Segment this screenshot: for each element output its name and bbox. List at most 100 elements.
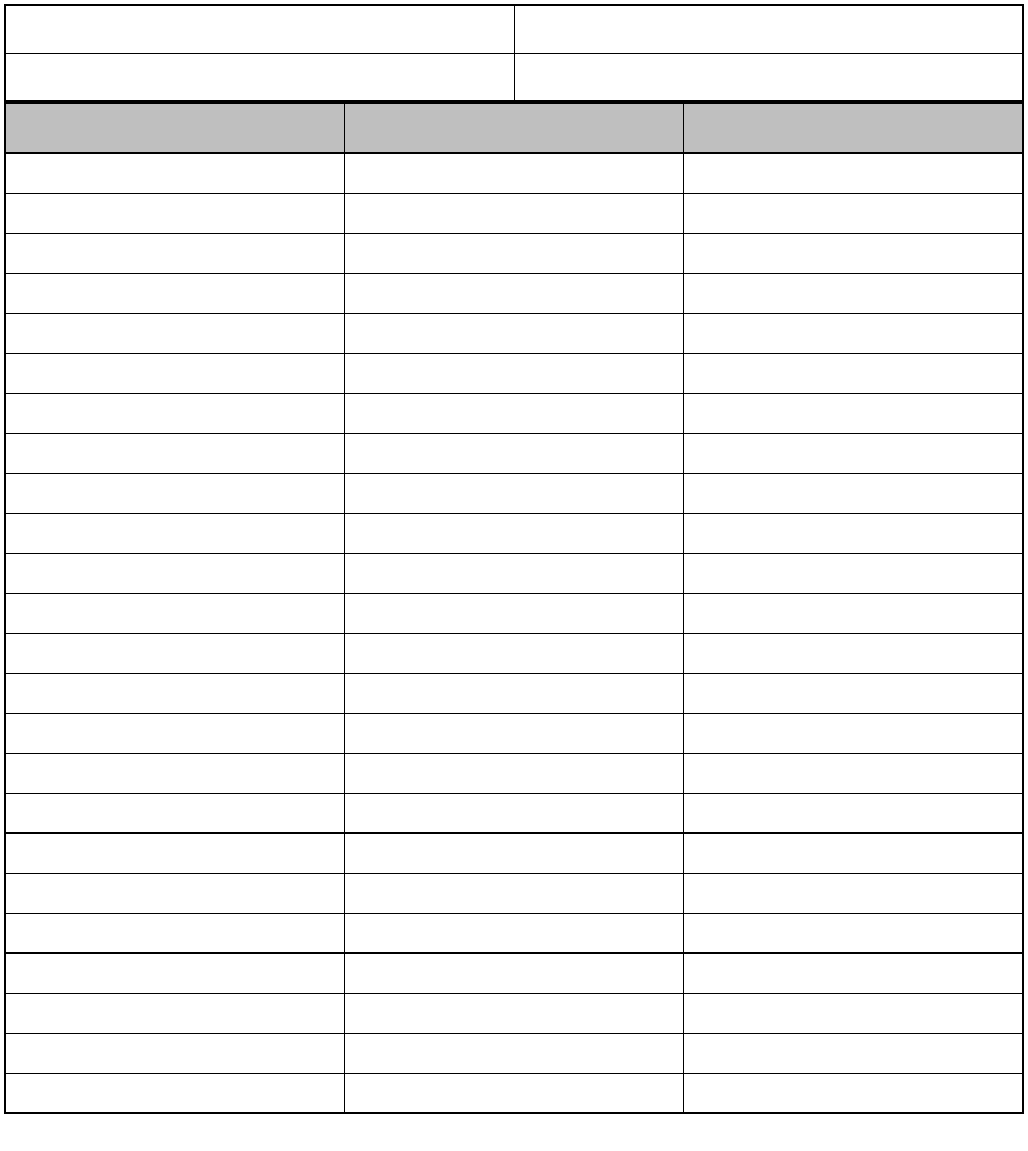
table-cell — [344, 993, 683, 1033]
table-cell — [684, 1033, 1023, 1073]
table-cell — [684, 473, 1023, 513]
table-cell — [344, 753, 683, 793]
table-cell — [5, 833, 344, 873]
table-row — [5, 273, 1023, 313]
meta-cell-bottom-left — [5, 53, 514, 101]
table-cell — [344, 713, 683, 753]
table-header-3 — [684, 103, 1023, 153]
table-cell — [684, 993, 1023, 1033]
table-cell — [5, 1033, 344, 1073]
table-row — [5, 553, 1023, 593]
table-cell — [684, 193, 1023, 233]
table-cell — [5, 353, 344, 393]
table-row — [5, 953, 1023, 993]
meta-table — [4, 4, 1024, 102]
table-row — [5, 833, 1023, 873]
table-cell — [684, 913, 1023, 953]
table-cell — [344, 393, 683, 433]
table-cell — [5, 993, 344, 1033]
table-cell — [5, 473, 344, 513]
table-cell — [344, 473, 683, 513]
table-header-row — [5, 103, 1023, 153]
table-cell — [5, 713, 344, 753]
meta-cell-top-left — [5, 5, 514, 53]
table-row — [5, 673, 1023, 713]
table-cell — [344, 673, 683, 713]
table-cell — [684, 593, 1023, 633]
table-cell — [684, 873, 1023, 913]
table-cell — [5, 673, 344, 713]
table-cell — [684, 793, 1023, 833]
table-cell — [5, 1073, 344, 1113]
table-cell — [344, 273, 683, 313]
table-cell — [344, 593, 683, 633]
table-row — [5, 193, 1023, 233]
table-cell — [684, 273, 1023, 313]
table-cell — [5, 953, 344, 993]
table-cell — [5, 633, 344, 673]
main-table — [4, 102, 1024, 1114]
table-row — [5, 993, 1023, 1033]
table-cell — [344, 833, 683, 873]
table-cell — [344, 1033, 683, 1073]
table-cell — [684, 713, 1023, 753]
table-cell — [344, 953, 683, 993]
table-cell — [684, 633, 1023, 673]
table-cell — [344, 913, 683, 953]
table-cell — [344, 353, 683, 393]
table-row — [5, 793, 1023, 833]
table-cell — [344, 793, 683, 833]
table-cell — [5, 313, 344, 353]
meta-row-2 — [5, 53, 1023, 101]
table-cell — [344, 873, 683, 913]
meta-cell-bottom-right — [514, 53, 1023, 101]
table-cell — [344, 513, 683, 553]
table-cell — [684, 1073, 1023, 1113]
meta-cell-top-right — [514, 5, 1023, 53]
table-body — [5, 153, 1023, 1113]
table-cell — [5, 273, 344, 313]
table-cell — [684, 353, 1023, 393]
table-header-2 — [344, 103, 683, 153]
table-cell — [684, 953, 1023, 993]
table-row — [5, 873, 1023, 913]
table-cell — [5, 153, 344, 193]
table-row — [5, 353, 1023, 393]
table-row — [5, 473, 1023, 513]
table-cell — [5, 913, 344, 953]
table-row — [5, 513, 1023, 553]
meta-row-1 — [5, 5, 1023, 53]
table-row — [5, 153, 1023, 193]
table-cell — [5, 433, 344, 473]
table-cell — [684, 673, 1023, 713]
table-cell — [5, 793, 344, 833]
table-row — [5, 1033, 1023, 1073]
table-cell — [5, 593, 344, 633]
table-cell — [684, 833, 1023, 873]
table-cell — [684, 313, 1023, 353]
table-cell — [684, 753, 1023, 793]
table-cell — [684, 433, 1023, 473]
table-cell — [344, 633, 683, 673]
table-row — [5, 713, 1023, 753]
table-row — [5, 593, 1023, 633]
table-cell — [5, 553, 344, 593]
table-cell — [5, 233, 344, 273]
table-row — [5, 1073, 1023, 1113]
table-cell — [344, 553, 683, 593]
table-row — [5, 633, 1023, 673]
table-row — [5, 913, 1023, 953]
table-cell — [5, 873, 344, 913]
table-cell — [344, 233, 683, 273]
table-cell — [684, 233, 1023, 273]
table-row — [5, 313, 1023, 353]
table-cell — [344, 433, 683, 473]
table-row — [5, 753, 1023, 793]
table-cell — [344, 193, 683, 233]
table-cell — [344, 1073, 683, 1113]
table-cell — [5, 513, 344, 553]
table-header-1 — [5, 103, 344, 153]
table-cell — [344, 153, 683, 193]
table-cell — [684, 553, 1023, 593]
table-cell — [684, 513, 1023, 553]
